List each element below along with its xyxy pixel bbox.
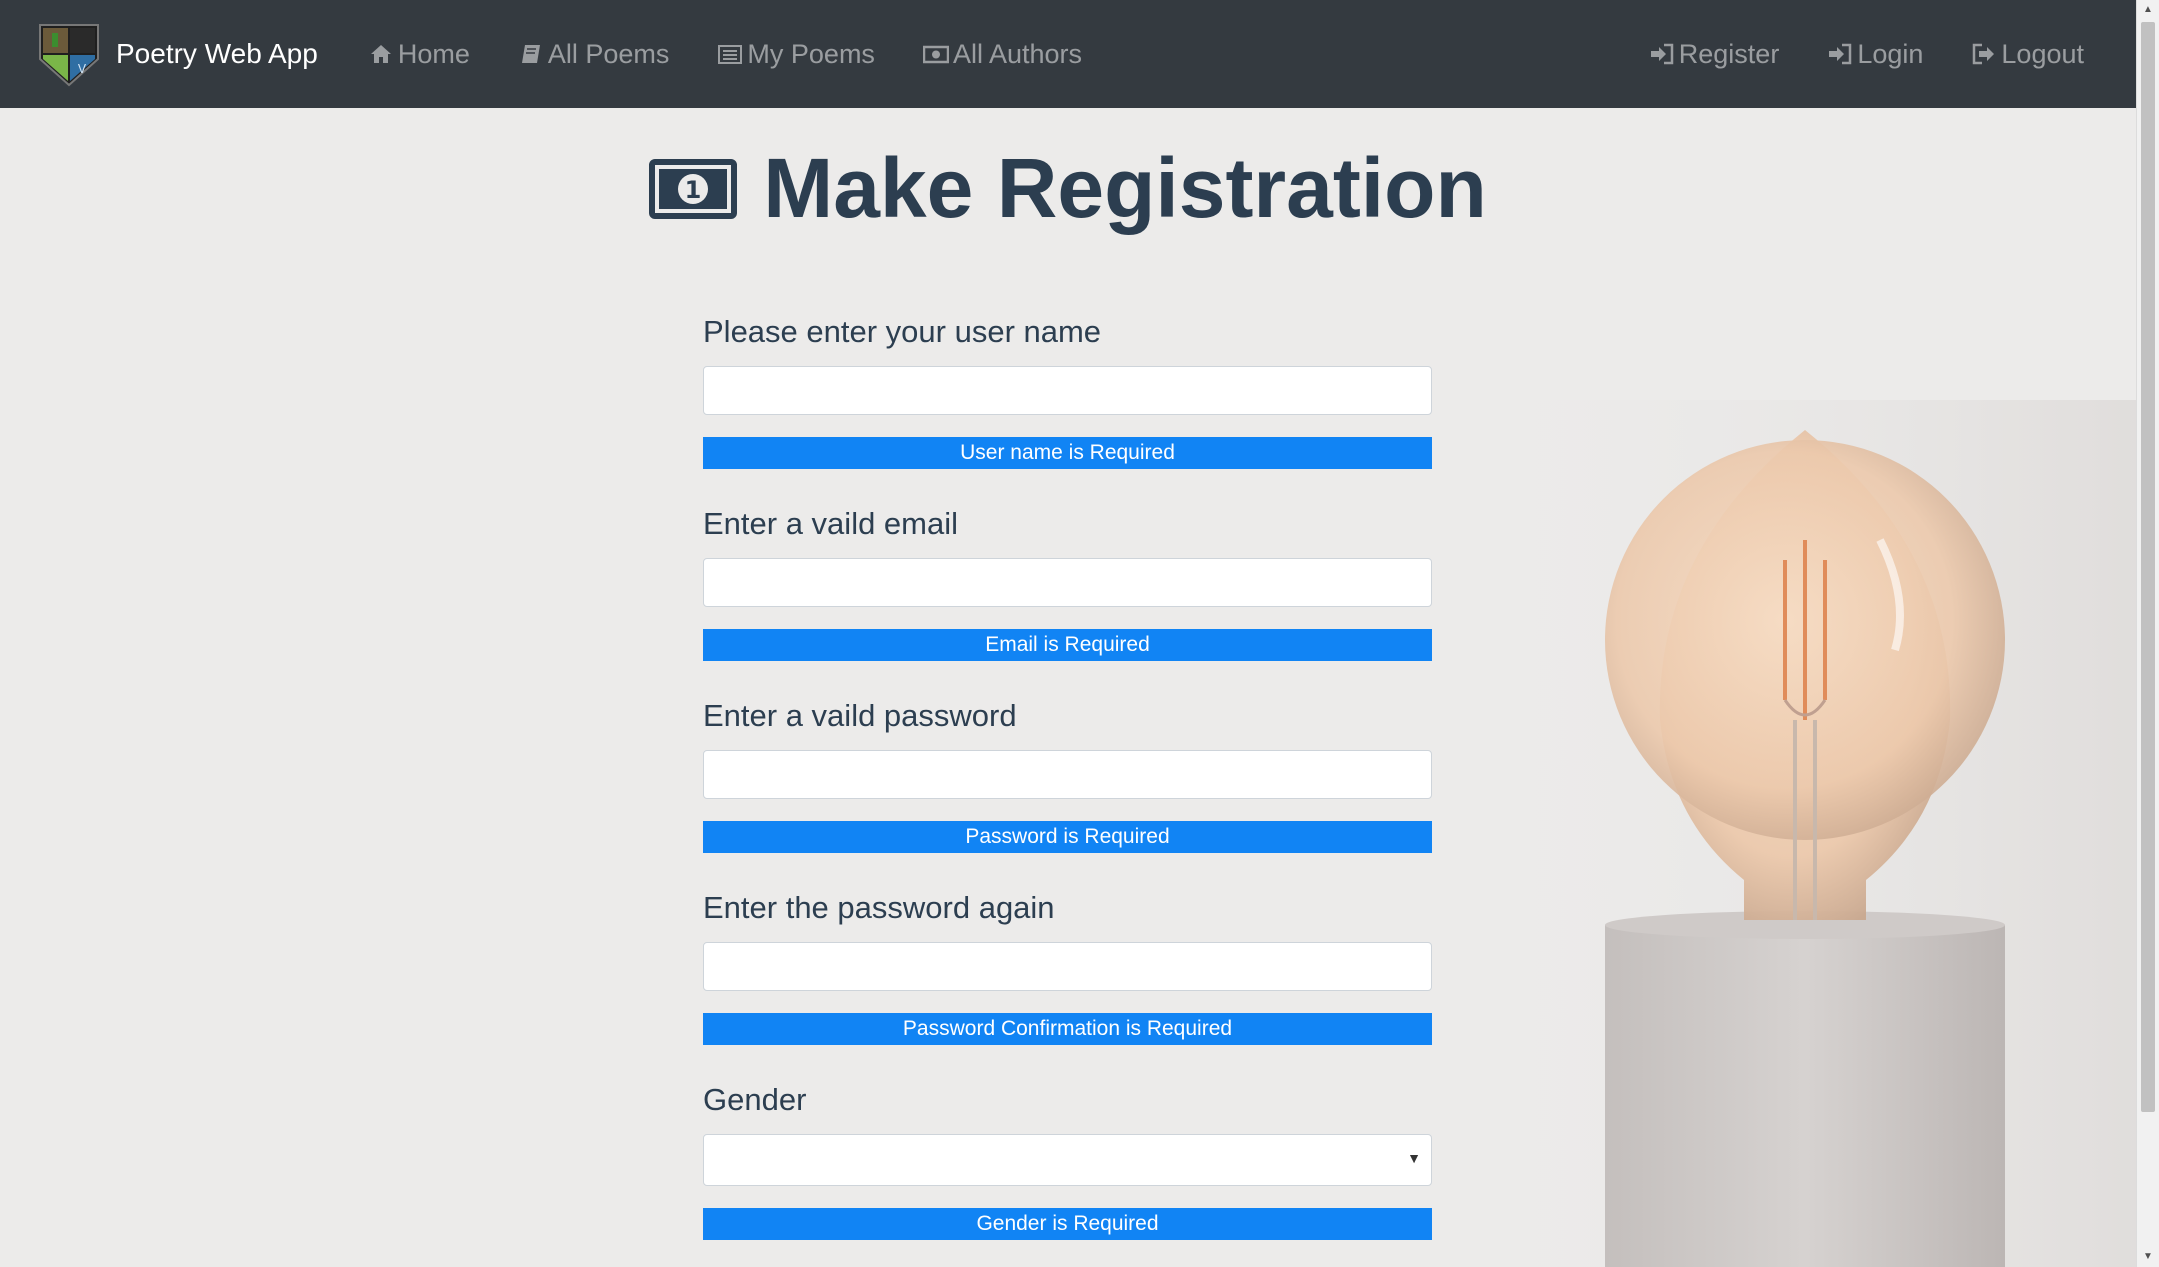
nav-login-link[interactable]: Login [1803, 0, 1947, 108]
brand-name: Poetry Web App [116, 38, 318, 69]
username-label: Please enter your user name [703, 314, 1102, 349]
gender-label: Gender [703, 1082, 807, 1117]
password-confirm-input[interactable] [703, 942, 1432, 991]
nav-my-poems-link[interactable]: My Poems [693, 0, 899, 108]
password-input[interactable] [703, 750, 1432, 799]
nav-all-authors-link[interactable]: All Authors [899, 0, 1106, 108]
svg-text:1: 1 [685, 176, 702, 204]
nav-left-group: Home All Poems My Poems All Authors [344, 0, 1106, 108]
list-icon [717, 41, 743, 67]
gender-field-group: Gender ▼ Gender is Required [703, 1080, 1432, 1240]
password-label: Enter a vaild password [703, 698, 1017, 733]
scrollbar-thumb[interactable] [2141, 22, 2155, 1112]
page-title-text: Make Registration [763, 141, 1487, 235]
email-field-group: Enter a vaild email Email is Required [703, 504, 1432, 661]
username-field-group: Please enter your user name User name is… [703, 312, 1432, 469]
password-confirm-field-group: Enter the password again Password Confir… [703, 888, 1432, 1045]
nav-all-poems-link[interactable]: All Poems [494, 0, 694, 108]
nav-login-label: Login [1857, 38, 1924, 69]
username-error-badge: User name is Required [703, 437, 1432, 469]
registration-form: Please enter your user name User name is… [703, 312, 1432, 1240]
email-error-badge: Email is Required [703, 629, 1432, 661]
email-input[interactable] [703, 558, 1432, 607]
password-confirm-error-badge: Password Confirmation is Required [703, 1013, 1432, 1045]
light-bulb-background-image [1440, 400, 2136, 1267]
gender-select[interactable]: ▼ [703, 1134, 1432, 1186]
nav-home-label: Home [397, 38, 470, 69]
email-label: Enter a vaild email [703, 506, 959, 541]
book-icon [518, 41, 544, 67]
nav-register-link[interactable]: Register [1625, 0, 1804, 108]
nav-right-group: Register Login Logout [1625, 0, 2108, 108]
nav-all-authors-label: All Authors [952, 38, 1083, 69]
svg-text:V: V [78, 62, 87, 76]
nav-logout-label: Logout [2001, 38, 2084, 69]
scroll-down-arrow-icon[interactable]: ▼ [2137, 1247, 2159, 1267]
caret-down-icon: ▼ [1407, 1150, 1421, 1166]
page-scrollbar[interactable]: ▲ ▼ [2136, 0, 2159, 1267]
nav-register-label: Register [1678, 38, 1780, 69]
username-input[interactable] [703, 366, 1432, 415]
money-icon [922, 41, 949, 67]
scroll-up-arrow-icon[interactable]: ▲ [2137, 0, 2159, 20]
money-bill-icon: 1 [649, 158, 738, 219]
page-title: 1 Make Registration [0, 140, 2136, 237]
nav-logout-link[interactable]: Logout [1947, 0, 2108, 108]
password-error-badge: Password is Required [703, 821, 1432, 853]
sign-out-icon [1971, 41, 1997, 67]
password-confirm-label: Enter the password again [703, 890, 1055, 925]
nav-home-link[interactable]: Home [344, 0, 494, 108]
top-navbar: V Poetry Web App Home All Poems My Poems [0, 0, 2136, 108]
sign-in-icon [1827, 41, 1853, 67]
password-field-group: Enter a vaild password Password is Requi… [703, 696, 1432, 853]
gender-error-badge: Gender is Required [703, 1208, 1432, 1240]
sign-in-icon [1649, 41, 1675, 67]
nav-all-poems-label: All Poems [547, 38, 670, 69]
brand-logo-icon: V [39, 24, 99, 87]
nav-my-poems-label: My Poems [747, 38, 875, 69]
brand-link[interactable]: V Poetry Web App [34, 19, 318, 89]
home-icon [368, 41, 394, 67]
